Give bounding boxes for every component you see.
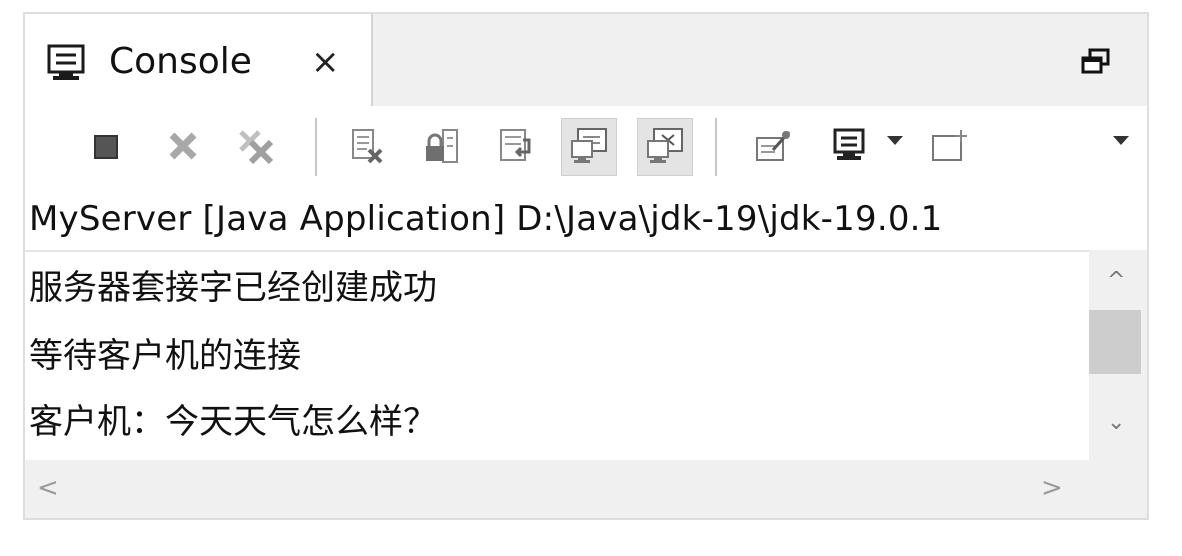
console-toolbar <box>25 106 1147 188</box>
display-selected-console-button[interactable] <box>821 118 877 176</box>
output-line: 客户机：今天天气怎么样？ <box>29 402 437 442</box>
tab-label: Console <box>109 41 252 82</box>
restore-icon[interactable] <box>1081 48 1111 80</box>
chevron-down-icon[interactable] <box>1113 136 1129 145</box>
open-console-button[interactable] <box>921 118 977 176</box>
console-output[interactable]: 服务器套接字已经创建成功 等待客户机的连接 客户机：今天天气怎么样？ <box>25 250 1089 460</box>
show-console-on-stderr-button[interactable] <box>637 118 693 176</box>
pin-console-button[interactable] <box>745 118 801 176</box>
scroll-up-icon[interactable]: ^ <box>1107 270 1125 292</box>
terminate-button[interactable] <box>77 118 133 176</box>
horizontal-scrollbar[interactable]: < > <box>25 460 1147 518</box>
scrollbar-thumb[interactable] <box>1089 310 1141 374</box>
console-view: Console × MyServer [Java Application] D:… <box>23 12 1149 520</box>
scroll-down-icon[interactable]: ⌄ <box>1107 412 1125 434</box>
output-line: 服务器套接字已经创建成功 <box>29 268 437 308</box>
show-console-on-stdout-button[interactable] <box>561 118 617 176</box>
output-line: 等待客户机的连接 <box>29 336 301 376</box>
tab-console[interactable]: Console × <box>25 14 373 106</box>
remove-all-terminated-button[interactable] <box>227 118 283 176</box>
close-icon[interactable]: × <box>311 40 340 84</box>
console-icon <box>47 44 91 88</box>
scroll-right-icon[interactable]: > <box>1041 474 1063 502</box>
word-wrap-button[interactable] <box>489 118 545 176</box>
clear-console-button[interactable] <box>339 118 395 176</box>
remove-launch-button[interactable] <box>155 118 211 176</box>
vertical-scrollbar[interactable]: ^ ⌄ <box>1089 250 1147 460</box>
toolbar-separator <box>315 118 317 176</box>
scroll-lock-button[interactable] <box>413 118 469 176</box>
toolbar-separator <box>715 118 717 176</box>
process-title: MyServer [Java Application] D:\Java\jdk-… <box>25 188 1147 250</box>
view-tab-bar: Console × <box>25 14 1147 106</box>
scroll-left-icon[interactable]: < <box>37 474 59 502</box>
chevron-down-icon[interactable] <box>887 136 903 145</box>
